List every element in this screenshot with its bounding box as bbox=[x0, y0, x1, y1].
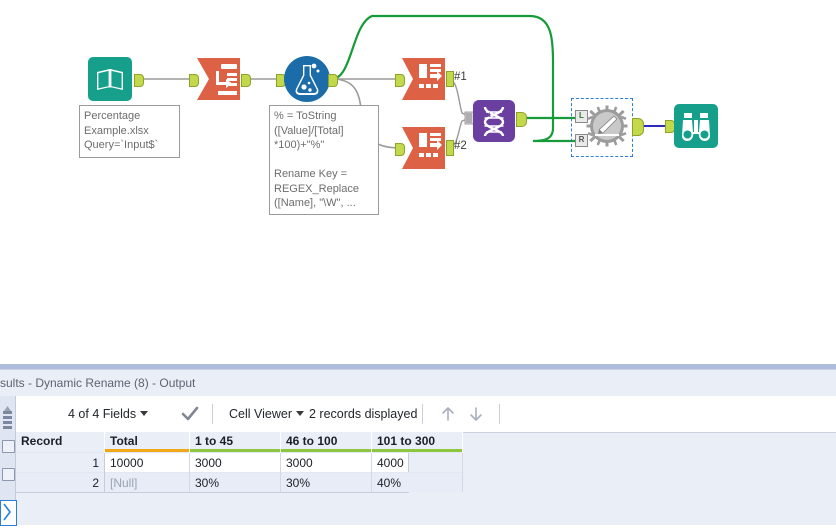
output-plug-formula[interactable] bbox=[328, 74, 338, 87]
column-header-label: 46 to 100 bbox=[286, 434, 338, 448]
alteryx-designer-window: #1 #2 1 2 L R Percentage Example.xlsx Qu… bbox=[0, 0, 836, 526]
results-table: Record Total 1 to 45 46 to 100 101 to 30… bbox=[16, 432, 463, 492]
column-header-label: Record bbox=[21, 434, 63, 448]
gear-pencil-icon bbox=[586, 105, 628, 147]
cell-1-to-45[interactable]: 30% bbox=[189, 472, 281, 492]
output-plug-select[interactable] bbox=[241, 74, 251, 87]
chevron-down-icon[interactable] bbox=[140, 411, 149, 417]
output-plug-input-data[interactable] bbox=[134, 74, 144, 87]
arrow-down-icon[interactable] bbox=[467, 405, 485, 423]
rail-expand-chevron-icon[interactable] bbox=[0, 500, 17, 526]
arrow-up-icon[interactable] bbox=[439, 405, 457, 423]
cell-46-to-100[interactable]: 30% bbox=[280, 472, 372, 492]
annotation-formula: % = ToString ([Value]/[Total] *100)+"%" … bbox=[269, 105, 379, 215]
cell-record-number: 1 bbox=[16, 452, 105, 473]
tool-transpose-1[interactable] bbox=[401, 57, 447, 101]
toolbar-separator-3 bbox=[499, 404, 500, 424]
transpose-icon bbox=[402, 127, 445, 169]
viewer-dropdown[interactable]: Cell Viewer bbox=[229, 396, 304, 432]
tool-formula[interactable] bbox=[283, 55, 331, 103]
connection-label-1: #1 bbox=[454, 71, 467, 83]
tool-transpose-2[interactable] bbox=[401, 126, 447, 170]
cell-1-to-45[interactable]: 3000 bbox=[189, 452, 281, 473]
table-header-row: Record Total 1 to 45 46 to 100 101 to 30… bbox=[16, 432, 463, 453]
tool-union[interactable]: 1 2 bbox=[473, 100, 515, 142]
column-header-101-to-300[interactable]: 101 to 300 bbox=[371, 432, 463, 453]
check-icon[interactable] bbox=[181, 405, 199, 423]
chevron-down-icon[interactable] bbox=[296, 411, 304, 417]
tool-dynamic-rename[interactable] bbox=[586, 105, 628, 147]
output-plug-dynamic-rename[interactable] bbox=[632, 118, 644, 136]
dna-helix-icon: 1 2 bbox=[473, 100, 515, 142]
column-header-1-to-45[interactable]: 1 to 45 bbox=[189, 432, 281, 453]
transpose-icon bbox=[402, 58, 445, 100]
output-plug-union[interactable] bbox=[516, 112, 527, 127]
tool-browse[interactable] bbox=[673, 103, 719, 149]
column-header-label: 1 to 45 bbox=[195, 434, 234, 448]
column-header-record[interactable]: Record bbox=[16, 432, 105, 453]
annotation-input-data: Percentage Example.xlsx Query=`Input$` bbox=[79, 105, 180, 158]
rail-panel-icon[interactable] bbox=[2, 440, 15, 453]
binoculars-icon bbox=[674, 104, 718, 148]
results-panel: sults - Dynamic Rename (8) - Output 4 of… bbox=[0, 369, 836, 526]
cell-total[interactable]: 10000 bbox=[104, 452, 190, 473]
column-header-46-to-100[interactable]: 46 to 100 bbox=[280, 432, 372, 453]
column-header-total[interactable]: Total bbox=[104, 432, 190, 453]
results-sidebar-rail[interactable] bbox=[0, 396, 17, 526]
fields-dropdown[interactable]: 4 of 4 Fields bbox=[68, 396, 149, 432]
table-row[interactable]: 2 [Null] 30% 30% 40% bbox=[16, 472, 463, 492]
toolbar-separator-2 bbox=[422, 404, 423, 424]
column-header-label: Total bbox=[110, 434, 138, 448]
cell-101-to-300[interactable]: 4000 bbox=[371, 452, 463, 473]
connection-wires bbox=[137, 14, 672, 149]
output-plug-transpose-1[interactable] bbox=[446, 71, 454, 87]
toolbar-separator-1 bbox=[212, 404, 213, 424]
viewer-dropdown-label: Cell Viewer bbox=[229, 407, 292, 421]
column-header-label: 101 to 300 bbox=[377, 434, 436, 448]
results-data-grid[interactable]: Record Total 1 to 45 46 to 100 101 to 30… bbox=[16, 432, 463, 493]
tool-input-data[interactable] bbox=[87, 56, 133, 102]
results-toolbar: 4 of 4 Fields Cell Viewer 2 records disp… bbox=[16, 396, 836, 433]
rail-panel-icon-2[interactable] bbox=[2, 468, 15, 481]
table-row[interactable]: 1 10000 3000 3000 4000 bbox=[16, 452, 463, 473]
flask-icon bbox=[284, 56, 330, 102]
select-icon bbox=[197, 58, 240, 100]
results-title: sults - Dynamic Rename (8) - Output bbox=[0, 376, 196, 390]
fields-dropdown-label: 4 of 4 Fields bbox=[68, 407, 137, 421]
cell-record-number: 2 bbox=[16, 472, 105, 492]
records-displayed-label: 2 records displayed bbox=[309, 407, 418, 421]
cell-total[interactable]: [Null] bbox=[104, 472, 190, 492]
connection-label-2: #2 bbox=[454, 140, 467, 152]
workflow-canvas[interactable]: #1 #2 1 2 L R Percentage Example.xlsx Qu… bbox=[0, 0, 836, 364]
book-icon bbox=[88, 57, 132, 101]
cell-46-to-100[interactable]: 3000 bbox=[280, 452, 372, 473]
tool-select[interactable] bbox=[196, 57, 242, 101]
cell-101-to-300[interactable]: 40% bbox=[371, 472, 463, 492]
rail-list-icon[interactable] bbox=[2, 410, 13, 429]
output-plug-transpose-2[interactable] bbox=[446, 140, 454, 156]
